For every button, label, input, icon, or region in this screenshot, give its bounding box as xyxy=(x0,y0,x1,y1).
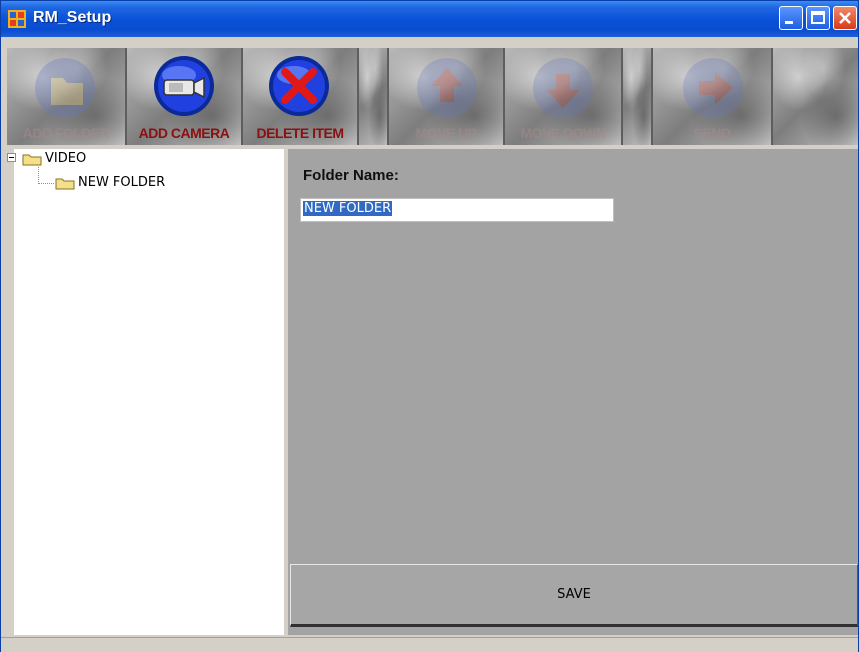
save-button[interactable]: SAVE xyxy=(290,564,858,627)
toolbar: ADD FOLDER ADD CAMERA DELETE ITEM MOVE U… xyxy=(7,48,858,145)
add-folder-button[interactable]: ADD FOLDER xyxy=(7,48,127,145)
status-bar xyxy=(1,637,858,652)
folder-name-label: Folder Name: xyxy=(303,167,399,184)
tree-connector xyxy=(38,183,54,185)
move-down-label: MOVE DOWN xyxy=(520,125,606,141)
send-label: SEND xyxy=(693,125,731,141)
toolbar-separator xyxy=(623,48,653,145)
move-down-button[interactable]: MOVE DOWN xyxy=(505,48,623,145)
delete-item-label: DELETE ITEM xyxy=(256,125,344,141)
app-window: RM_Setup ADD FOLDER ADD CAMERA DELETE IT… xyxy=(0,0,859,652)
maximize-button[interactable] xyxy=(806,6,830,30)
toolbar-filler xyxy=(773,48,858,145)
toolbar-separator xyxy=(359,48,389,145)
app-icon xyxy=(8,10,26,28)
title-bar[interactable]: RM_Setup xyxy=(1,1,858,37)
send-button[interactable]: SEND xyxy=(653,48,773,145)
maximize-icon xyxy=(811,11,825,24)
add-camera-label: ADD CAMERA xyxy=(138,125,230,141)
minimize-button[interactable] xyxy=(779,6,803,30)
add-folder-label: ADD FOLDER xyxy=(22,125,110,141)
delete-item-button[interactable]: DELETE ITEM xyxy=(243,48,359,145)
folder-icon xyxy=(55,178,75,190)
close-icon xyxy=(839,12,851,24)
window-title: RM_Setup xyxy=(33,9,112,26)
move-up-button[interactable]: MOVE UP xyxy=(389,48,505,145)
save-label: SAVE xyxy=(557,587,591,602)
tree-node-new-folder[interactable]: NEW FOLDER xyxy=(78,175,165,193)
close-button[interactable] xyxy=(833,6,857,30)
folder-tree[interactable] xyxy=(14,149,284,635)
folder-name-input[interactable]: NEW FOLDER xyxy=(300,198,614,222)
folder-name-value: NEW FOLDER xyxy=(303,201,393,216)
collapse-toggle[interactable] xyxy=(7,153,16,162)
minimize-icon xyxy=(785,21,793,24)
add-camera-button[interactable]: ADD CAMERA xyxy=(127,48,243,145)
tree-node-video[interactable]: VIDEO xyxy=(45,151,86,169)
tree-connector xyxy=(38,167,40,184)
move-up-label: MOVE UP xyxy=(415,125,477,141)
folder-icon xyxy=(22,154,42,166)
